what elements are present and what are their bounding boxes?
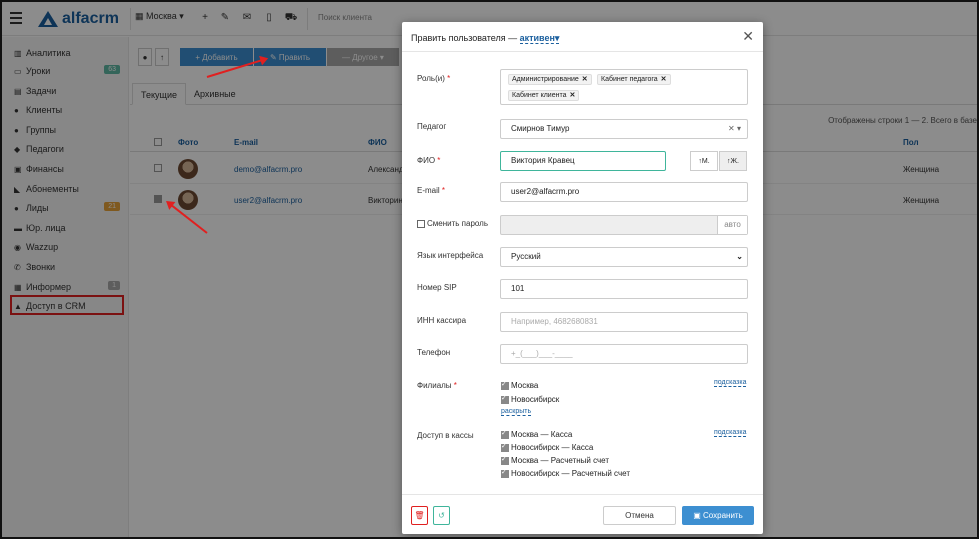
role-chip[interactable]: Кабинет педагога ✕ — [597, 74, 671, 85]
required-mark: * — [437, 156, 441, 165]
checkbox[interactable] — [501, 380, 509, 390]
checkbox[interactable] — [501, 468, 509, 478]
close-icon[interactable]: ✕ — [742, 28, 754, 45]
chevron-down-icon: ⌄ — [736, 252, 743, 261]
role-chip-label: Кабинет педагога — [601, 76, 658, 83]
required-mark: * — [453, 381, 457, 390]
hint-link[interactable]: подсказка — [714, 429, 747, 437]
save-button[interactable]: ▣ Сохранить — [682, 506, 754, 525]
branch-checkbox[interactable]: Москва — [501, 380, 539, 390]
cash-label: Москва — Расчетный счет — [511, 456, 609, 465]
language-select[interactable]: Русский ⌄ — [500, 247, 748, 267]
branches-label-text: Филиалы — [417, 381, 452, 390]
cash-label: Новосибирск — Расчетный счет — [511, 469, 630, 478]
sip-field[interactable]: 101 — [500, 279, 748, 299]
change-password-label: Сменить пароль — [427, 219, 489, 228]
inn-field[interactable]: Например, 4682680831 — [500, 312, 748, 332]
edit-user-dialog: Править пользователя — активен▾ ✕ Роль(и… — [402, 22, 763, 534]
password-field: авто — [500, 215, 748, 235]
email-label-text: E-mail — [417, 186, 440, 195]
expand-link[interactable]: раскрыть — [501, 408, 532, 416]
language-value: Русский — [511, 252, 541, 261]
cash-label: Москва — Касса — [511, 430, 573, 439]
email-label: E-mail * — [417, 186, 445, 195]
inn-label: ИНН кассира — [417, 316, 467, 325]
roles-select[interactable]: Администрирование ✕ Кабинет педагога ✕ Каб… — [500, 69, 748, 105]
hint-link[interactable]: подсказка — [714, 379, 747, 387]
cancel-button[interactable]: Отмена — [603, 506, 676, 525]
roles-label: Роль(и) * — [417, 74, 450, 83]
role-chip-label: Администрирование — [512, 76, 579, 83]
branch-label: Новосибирск — [511, 395, 560, 404]
role-chip[interactable]: Кабинет клиента ✕ — [508, 90, 580, 101]
gender-female-button[interactable]: ↑ Ж. — [719, 151, 747, 171]
cash-checkbox[interactable]: Новосибирск — Расчетный счет — [501, 468, 630, 478]
checkbox[interactable] — [501, 442, 509, 452]
sip-label: Номер SIP — [417, 283, 457, 292]
required-mark: * — [447, 74, 451, 83]
cash-checkbox[interactable]: Новосибирск — Касса — [501, 442, 594, 452]
email-field[interactable]: user2@alfacrm.pro — [500, 182, 748, 202]
role-chip[interactable]: Администрирование ✕ — [508, 74, 592, 85]
change-password-checkbox[interactable]: Сменить пароль — [417, 219, 488, 228]
dialog-title-text: Править пользователя — — [411, 33, 518, 43]
gender-female-label: Ж. — [730, 157, 739, 165]
cash-checkbox[interactable]: Москва — Расчетный счет — [501, 455, 609, 465]
branch-label: Москва — [511, 381, 539, 390]
gender-male-label: М. — [701, 157, 710, 165]
dialog-footer: 🗑 ↺ Отмена ▣ Сохранить — [402, 494, 763, 534]
fio-input[interactable]: Виктория Кравец — [500, 151, 666, 171]
dialog-title: Править пользователя — активен▾ — [411, 33, 560, 44]
required-mark: * — [441, 186, 446, 195]
auto-button[interactable]: авто — [717, 216, 747, 234]
checkbox[interactable] — [501, 455, 509, 465]
branch-checkbox[interactable]: Новосибирск — [501, 394, 560, 404]
cash-label: Новосибирск — Касса — [511, 443, 594, 452]
gender-male-button[interactable]: ↑ М. — [690, 151, 718, 171]
phone-label: Телефон — [417, 348, 451, 357]
role-chip-label: Кабинет клиента — [512, 92, 567, 99]
branches-label: Филиалы * — [417, 381, 457, 390]
checkbox[interactable] — [501, 429, 509, 439]
checkbox[interactable] — [417, 219, 425, 228]
remove-icon[interactable]: ✕ — [582, 76, 588, 83]
teacher-label: Педагог — [417, 122, 447, 131]
clear-chevron-icon[interactable]: ✕ ▾ — [728, 120, 741, 138]
phone-field[interactable]: +_(___)___-____ — [500, 344, 748, 364]
roles-label-text: Роль(и) — [417, 74, 445, 83]
teacher-select[interactable]: Смирнов Тимур ✕ ▾ — [500, 119, 748, 139]
status-label: активен — [519, 33, 555, 43]
dialog-header: Править пользователя — активен▾ ✕ — [402, 22, 763, 52]
checkbox[interactable] — [501, 394, 509, 404]
remove-icon[interactable]: ✕ — [661, 76, 667, 83]
cash-checkbox[interactable]: Москва — Касса — [501, 429, 573, 439]
remove-icon[interactable]: ✕ — [569, 92, 575, 99]
trash-icon[interactable]: 🗑 — [411, 506, 428, 525]
undo-icon[interactable]: ↺ — [433, 506, 450, 525]
teacher-value: Смирнов Тимур — [511, 124, 570, 133]
fio-label: ФИО * — [417, 156, 440, 165]
cash-access-label: Доступ в кассы — [417, 431, 474, 440]
fio-label-text: ФИО — [417, 156, 436, 165]
status-dropdown[interactable]: активен▾ — [519, 33, 560, 44]
app-window: alfacrm ▦ Москва ▾ + ✎ ✉ ▯ ⛟ Поиск клиен… — [0, 0, 979, 539]
language-label: Язык интерфейса — [417, 251, 484, 260]
save-label: Сохранить — [703, 511, 743, 520]
